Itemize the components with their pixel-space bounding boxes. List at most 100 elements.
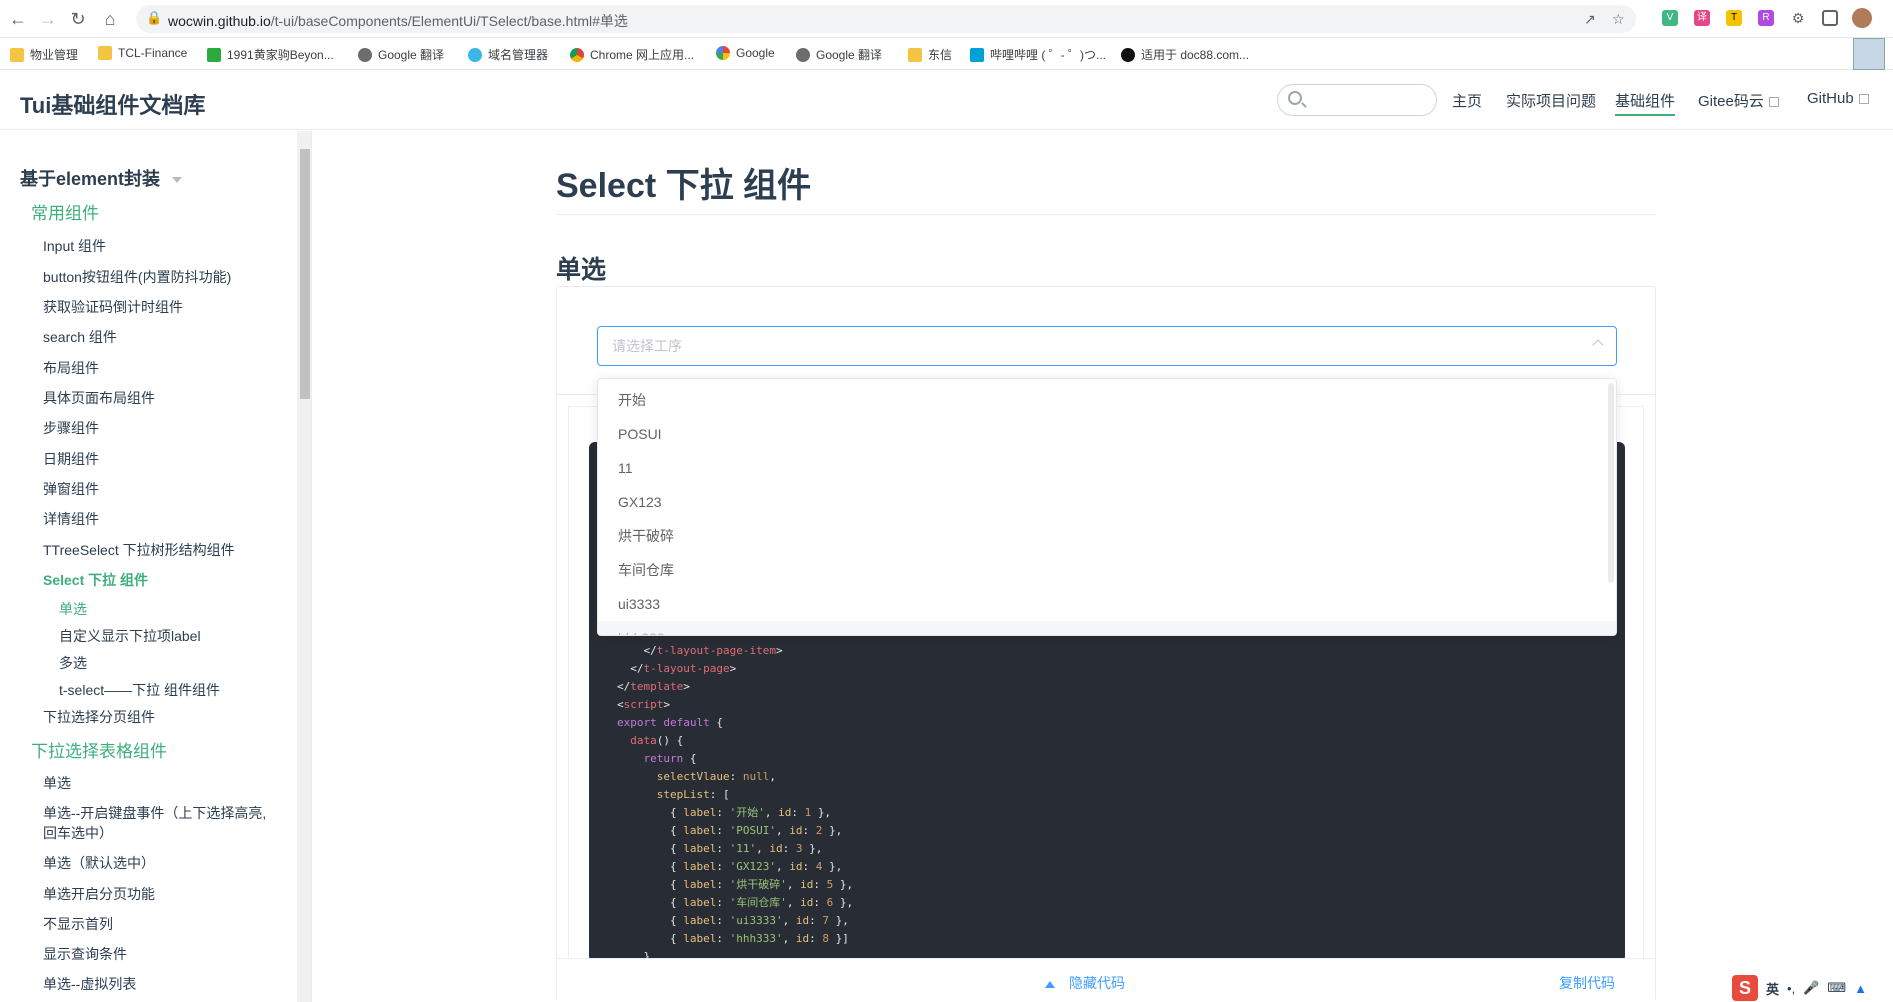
code-footer: 隐藏代码 复制代码 <box>557 958 1655 1002</box>
sidebar-item[interactable]: 详情组件 <box>43 509 99 529</box>
ime-toolbar: S 英 •, 🎤 ⌨ ▲ <box>1732 974 1893 1002</box>
sidebar-item[interactable]: 单选 <box>43 773 71 793</box>
profile-avatar[interactable] <box>1852 8 1872 28</box>
share-icon[interactable]: ↗ <box>1584 11 1596 28</box>
sidebar-subitem-single-active[interactable]: 单选 <box>59 599 87 619</box>
sidebar-section-common[interactable]: 常用组件 <box>31 199 99 224</box>
sidebar-item[interactable]: 具体页面布局组件 <box>43 388 155 408</box>
bookmark-item[interactable]: TCL-Finance <box>98 46 187 60</box>
sidebar-section-select-table[interactable]: 下拉选择表格组件 <box>31 737 167 762</box>
globe-icon <box>358 47 372 62</box>
punctuation-icon[interactable]: •, <box>1787 981 1795 996</box>
bookmark-item[interactable]: Google 翻译 <box>358 46 444 63</box>
select-option[interactable]: 烘干破碎 <box>598 519 1616 553</box>
hide-code-button[interactable]: 隐藏代码 <box>1045 973 1125 993</box>
purple-extension-icon[interactable]: R <box>1758 10 1774 26</box>
bookmark-item[interactable]: 哔哩哔哩 ( ゜- ゜)つ... <box>970 46 1106 63</box>
t-extension-icon[interactable]: T <box>1726 10 1742 26</box>
select-input[interactable] <box>612 336 1562 356</box>
bookmark-item[interactable]: Chrome 网上应用... <box>570 46 694 63</box>
forward-icon[interactable]: → <box>36 7 60 31</box>
dropdown-scrollbar[interactable] <box>1608 383 1614 583</box>
copy-code-button[interactable]: 复制代码 <box>1559 973 1615 993</box>
sidepanel-icon[interactable] <box>1822 10 1838 26</box>
caret-up-icon <box>1045 981 1055 988</box>
sidebar-item[interactable]: 不显示首列 <box>43 914 113 934</box>
sidebar-item[interactable]: search 组件 <box>43 327 117 347</box>
nav-base-components[interactable]: 基础组件 <box>1615 90 1676 116</box>
sidebar-item[interactable]: 下拉选择分页组件 <box>43 707 155 727</box>
select-input-wrapper[interactable] <box>597 326 1617 366</box>
sidebar-scrollbar-thumb[interactable] <box>300 149 310 399</box>
sidebar-item[interactable]: 显示查询条件 <box>43 944 127 964</box>
nav-github[interactable]: GitHub <box>1807 90 1869 107</box>
lock-icon: 🔒 <box>146 10 163 25</box>
sidebar-item[interactable]: 弹窗组件 <box>43 479 99 499</box>
site-icon <box>207 47 221 62</box>
select-option[interactable]: POSUI <box>598 417 1616 451</box>
title-divider <box>556 214 1656 215</box>
select-option[interactable]: 11 <box>598 451 1616 485</box>
vue-extension-icon[interactable]: V <box>1662 10 1678 26</box>
puzzle-extension-icon[interactable]: ⚙ <box>1790 10 1806 26</box>
sidebar-item[interactable]: TTreeSelect 下拉树形结构组件 <box>43 540 235 560</box>
select-option[interactable]: 开始 <box>598 383 1616 417</box>
external-link-icon <box>1858 94 1869 104</box>
bookmark-item[interactable]: 物业管理 <box>10 46 78 63</box>
google-icon <box>716 46 730 60</box>
sidebar-subitem[interactable]: t-select——下拉 组件组件 <box>59 680 220 700</box>
bookmark-item[interactable]: 域名管理器 <box>468 46 548 63</box>
address-bar[interactable]: 🔒 wocwin.github.io/t-ui/baseComponents/E… <box>136 5 1636 33</box>
sidebar-item[interactable]: 日期组件 <box>43 449 99 469</box>
sidebar-item[interactable]: 获取验证码倒计时组件 <box>43 297 183 317</box>
chevron-up-icon[interactable] <box>1592 339 1604 351</box>
bookmarks-bar: 物业管理 TCL-Finance 1991黄家驹Beyon... Google … <box>0 38 1893 70</box>
bilibili-icon <box>970 47 984 62</box>
bookmark-item[interactable]: Google 翻译 <box>796 46 882 63</box>
bookmark-item[interactable]: 东信 <box>908 46 952 63</box>
section-title: 单选 <box>556 256 607 284</box>
select-option[interactable]: ui3333 <box>598 587 1616 621</box>
sidebar-item-continued[interactable]: 回车选中） <box>43 823 113 843</box>
shirt-icon[interactable]: ▲ <box>1854 981 1867 996</box>
sidebar-item[interactable]: 步骤组件 <box>43 418 99 438</box>
sidebar-item[interactable]: Input 组件 <box>43 236 106 256</box>
sidebar-item[interactable]: 单选开启分页功能 <box>43 884 155 904</box>
sidebar-item[interactable]: 布局组件 <box>43 358 99 378</box>
bookmark-item[interactable]: Google <box>716 46 775 60</box>
nav-home[interactable]: 主页 <box>1452 90 1482 111</box>
sidebar-subitem[interactable]: 自定义显示下拉项label <box>59 626 201 646</box>
select-option[interactable]: 车间仓库 <box>598 553 1616 587</box>
sidebar-item[interactable]: 单选（默认选中） <box>43 853 155 873</box>
nav-gitee[interactable]: Gitee码云 <box>1698 90 1779 111</box>
sidebar-item-select-active[interactable]: Select 下拉 组件 <box>43 570 148 590</box>
folder-icon <box>98 46 112 60</box>
globe-icon <box>796 47 810 62</box>
microphone-icon[interactable]: 🎤 <box>1803 980 1819 996</box>
reload-icon[interactable]: ↻ <box>66 7 90 31</box>
search-input[interactable] <box>1310 89 1430 111</box>
star-icon[interactable]: ☆ <box>1612 11 1625 28</box>
sidebar-item[interactable]: 单选--虚拟列表 <box>43 974 136 994</box>
sidebar-group-title[interactable]: 基于element封装 <box>20 165 183 191</box>
site-title[interactable]: Tui基础组件文档库 <box>20 88 205 120</box>
site-header: Tui基础组件文档库 主页 实际项目问题 基础组件 Gitee码云 GitHub <box>0 70 1893 130</box>
sogou-icon[interactable]: S <box>1732 975 1758 1001</box>
nav-project-issues[interactable]: 实际项目问题 <box>1506 90 1596 111</box>
home-icon[interactable]: ⌂ <box>98 7 122 31</box>
sidebar-item[interactable]: 单选--开启键盘事件（上下选择高亮, <box>43 803 266 823</box>
notes-image <box>1853 38 1885 70</box>
bookmark-item[interactable]: 1991黄家驹Beyon... <box>207 46 334 63</box>
folder-icon <box>10 47 24 62</box>
translate-extension-icon[interactable]: 译 <box>1694 10 1710 26</box>
chrome-icon <box>570 47 584 62</box>
keyboard-icon[interactable]: ⌨ <box>1827 980 1846 996</box>
select-option-partial[interactable]: hhh333 <box>598 621 1616 635</box>
back-icon[interactable]: ← <box>6 7 30 31</box>
search-box[interactable] <box>1277 84 1437 116</box>
select-option[interactable]: GX123 <box>598 485 1616 519</box>
bookmark-item[interactable]: 适用于 doc88.com... <box>1121 46 1249 63</box>
sidebar-item[interactable]: button按钮组件(内置防抖功能) <box>43 267 231 287</box>
sidebar-subitem[interactable]: 多选 <box>59 653 87 673</box>
ime-lang[interactable]: 英 <box>1766 979 1779 998</box>
